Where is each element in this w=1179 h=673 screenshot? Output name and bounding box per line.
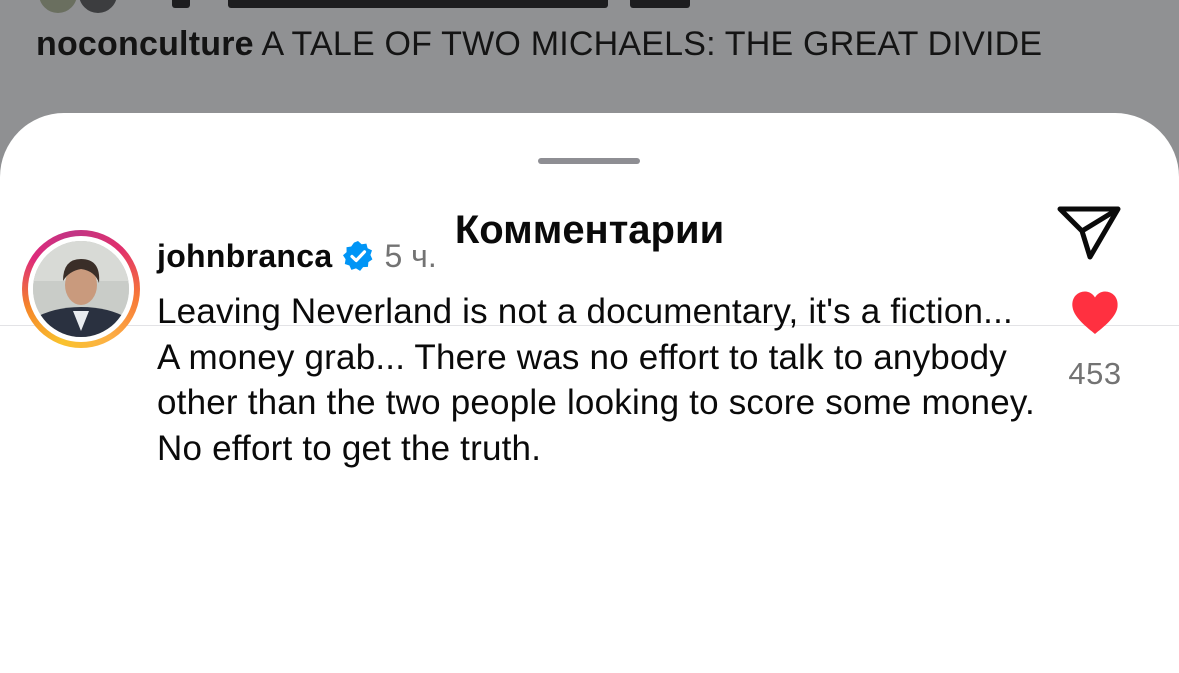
post-username: noconculture (36, 25, 254, 63)
avatar-ring-gap (28, 236, 134, 342)
comment-timestamp: 5 ч. (384, 237, 437, 274)
sheet-grabber-handle[interactable] (538, 158, 640, 164)
comment-username[interactable]: johnbranca (157, 238, 332, 275)
story-ring[interactable] (22, 230, 140, 348)
verified-badge-icon (342, 240, 374, 272)
like-button[interactable] (1070, 290, 1120, 336)
avatar-photo (33, 241, 129, 337)
send-button[interactable] (1052, 201, 1126, 265)
like-count[interactable]: 453 (1040, 356, 1150, 392)
clipped-text-fragment (630, 0, 690, 8)
clipped-text-fragment (172, 0, 190, 8)
background-avatars (36, 0, 136, 16)
send-icon (1057, 206, 1121, 260)
background-post: noconculture A TALE OF TWO MICHAELS: THE… (0, 0, 1179, 130)
heart-filled-icon (1072, 291, 1118, 334)
clipped-text-fragment (228, 0, 608, 8)
post-caption-text: A TALE OF TWO MICHAELS: THE GREAT DIVIDE (253, 25, 1043, 63)
comment-header: johnbranca 5 ч. (157, 236, 437, 276)
post-caption: noconculture A TALE OF TWO MICHAELS: THE… (36, 24, 1096, 64)
comment-text: Leaving Neverland is not a documentary, … (157, 292, 1035, 468)
background-avatar (76, 0, 120, 16)
background-avatar (36, 0, 80, 16)
avatar[interactable] (33, 241, 129, 337)
